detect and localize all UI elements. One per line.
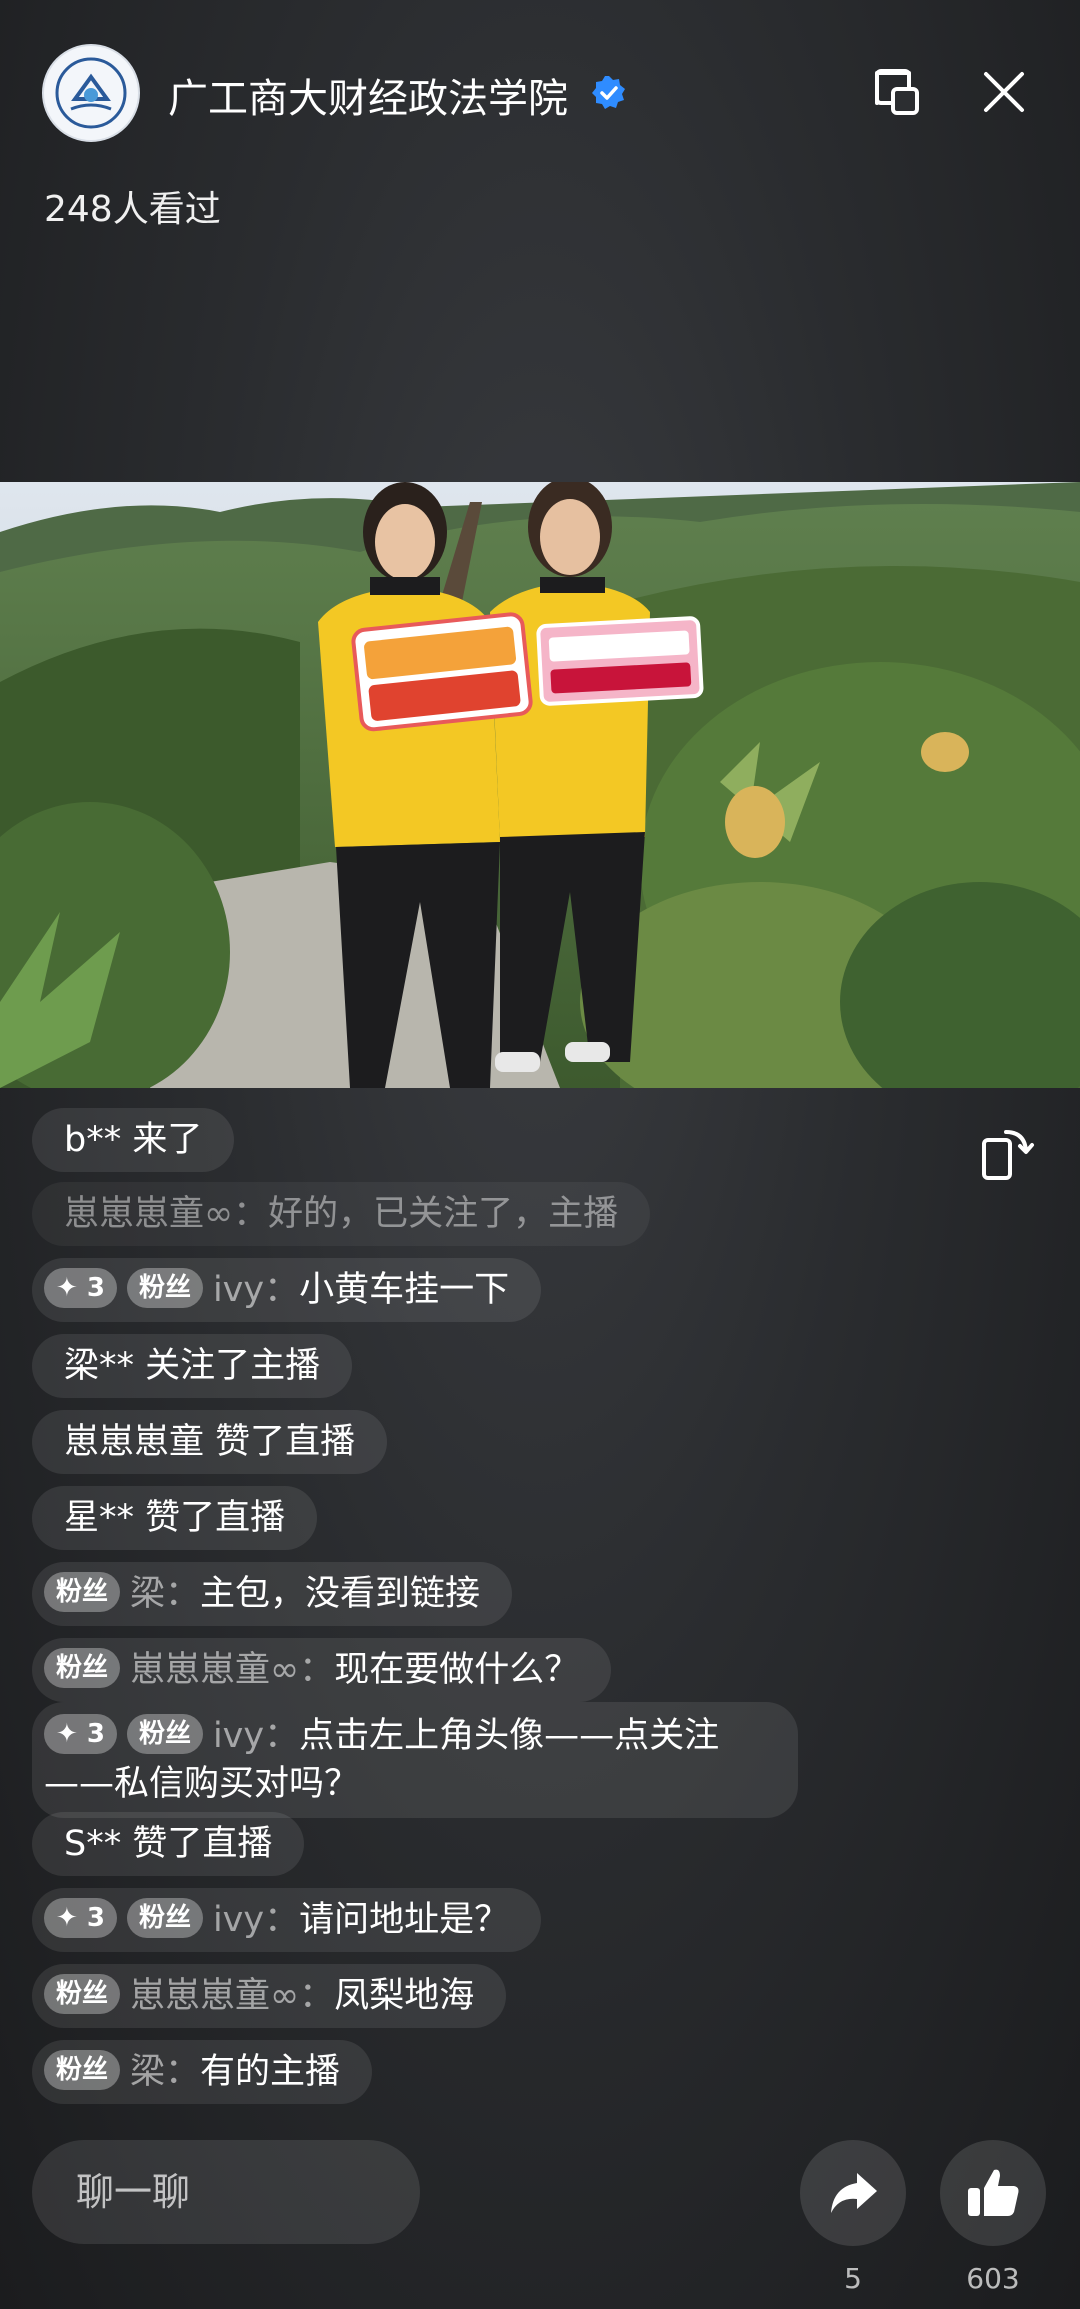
chat-text: 关注了主播 (145, 1346, 321, 1386)
chat-message: S** 赞了直播 (32, 1812, 305, 1876)
chat-user: ivy (212, 1716, 265, 1756)
share-count: 5 (844, 2262, 862, 2295)
chat-message: 粉丝 崽崽崽童∞：现在要做什么？ (32, 1638, 612, 1702)
chat-text: 赞了直播 (132, 1824, 273, 1864)
chat-message: 星** 赞了直播 (32, 1486, 318, 1550)
chat-text: 赞了直播 (215, 1422, 356, 1462)
chat-text: 来了 (132, 1120, 203, 1160)
chat-message: ✦ 3 粉丝 ivy：请问地址是？ (32, 1888, 542, 1952)
chat-message: 崽崽崽童 赞了直播 (32, 1410, 388, 1474)
like-icon (968, 2169, 1019, 2216)
fan-badge: 粉丝 (44, 1572, 121, 1612)
chat-text: 主包，没看到链接 (200, 1574, 481, 1614)
level-badge: ✦ 3 (44, 1714, 117, 1754)
chat-message: 梁** 关注了主播 (32, 1334, 353, 1398)
chat-text: 小黄车挂一下 (299, 1270, 510, 1310)
share-button[interactable] (800, 2140, 906, 2246)
header: 广工商大财经政法学院 248人看过 (0, 0, 1080, 230)
pip-button[interactable] (866, 62, 926, 122)
channel-avatar[interactable] (42, 44, 140, 142)
fan-badge: 粉丝 (126, 1714, 203, 1754)
chat-text: 现在要做什么？ (334, 1650, 580, 1690)
close-icon (984, 72, 1024, 112)
close-button[interactable] (974, 62, 1034, 122)
chat-message: ✦ 3 粉丝 ivy：点击左上角头像——点关注——私信购买对吗？ (32, 1702, 798, 1818)
chat-text: 赞了直播 (145, 1498, 286, 1538)
rotate-screen-button[interactable] (976, 1122, 1036, 1182)
chat-message: 粉丝 梁：有的主播 (32, 2040, 373, 2104)
like-button[interactable] (940, 2140, 1046, 2246)
chat-message: 崽崽崽童∞：好的，已关注了，主播 (32, 1182, 651, 1246)
chat-user: 崽崽崽童 (64, 1194, 205, 1234)
chat-text: 有的主播 (200, 2052, 341, 2092)
level-badge: ✦ 3 (44, 1898, 117, 1938)
fan-badge: 粉丝 (44, 2050, 121, 2090)
chat-text: 凤梨地海 (334, 1976, 475, 2016)
fan-badge: 粉丝 (126, 1268, 203, 1308)
fan-badge: 粉丝 (126, 1898, 203, 1938)
viewer-count: 248人看过 (44, 189, 221, 230)
chat-message: ✦ 3 粉丝 ivy：小黄车挂一下 (32, 1258, 542, 1322)
channel-title[interactable]: 广工商大财经政法学院 (168, 66, 568, 124)
pip-icon (875, 69, 919, 115)
channel-logo (55, 57, 127, 129)
chat-user: ivy (212, 1900, 265, 1940)
chat-user: 星** (64, 1498, 135, 1538)
chat-user: S** (64, 1824, 122, 1864)
chat-user: 梁** (64, 1346, 135, 1386)
chat-user: b** (64, 1120, 122, 1160)
like-count: 603 (966, 2262, 1020, 2295)
chat-user: 崽崽崽童 (130, 1650, 271, 1690)
chat-user: ivy (212, 1270, 265, 1310)
fan-badge: 粉丝 (44, 1648, 121, 1688)
chat-message: b** 来了 (32, 1108, 235, 1172)
chat-user: 崽崽崽童 (130, 1976, 271, 2016)
chat-text: 请问地址是？ (299, 1900, 510, 1940)
chat-message: 粉丝 梁：主包，没看到链接 (32, 1562, 513, 1626)
chat-user: 梁 (130, 2052, 166, 2092)
verified-icon (592, 76, 625, 109)
rotate-icon (982, 1130, 1034, 1180)
chat-user: 梁 (130, 1574, 166, 1614)
chat-text: 好的，已关注了，主播 (268, 1194, 619, 1234)
live-video[interactable] (0, 482, 1080, 1088)
chat-message: 粉丝 崽崽崽童∞：凤梨地海 (32, 1964, 507, 2028)
chat-user: 崽崽崽童 (64, 1422, 205, 1462)
share-icon (831, 2173, 877, 2213)
chat-input[interactable]: 聊一聊 (32, 2140, 420, 2244)
fan-badge: 粉丝 (44, 1974, 121, 2014)
video-frame (0, 482, 1080, 1088)
level-badge: ✦ 3 (44, 1268, 117, 1308)
